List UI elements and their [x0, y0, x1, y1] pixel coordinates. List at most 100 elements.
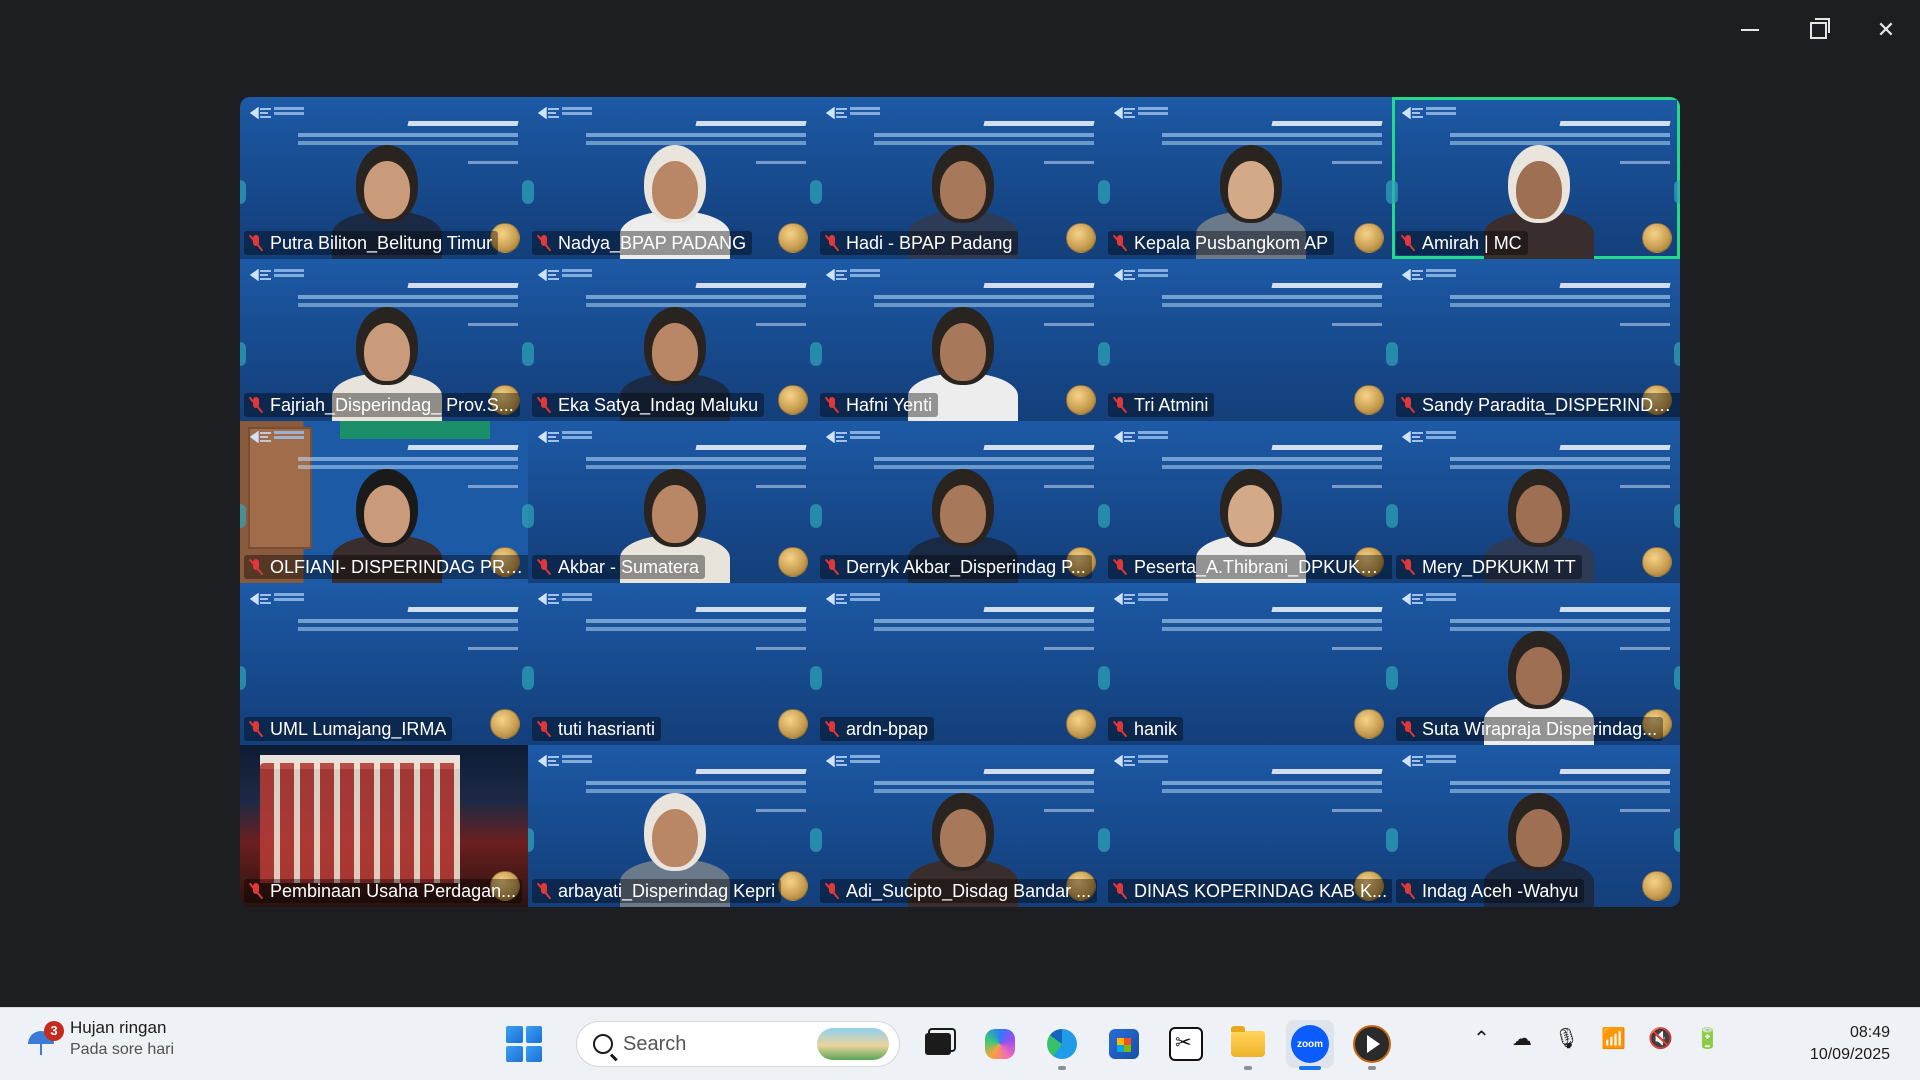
mic-muted-icon	[824, 558, 840, 576]
participant-tile[interactable]: Akbar - Sumatera	[528, 421, 816, 583]
participant-name: arbayati_Disperindag Kepri	[558, 880, 776, 901]
participant-tile[interactable]: Hadi - BPAP Padang	[816, 97, 1104, 259]
search-label: Search	[623, 1032, 687, 1055]
participant-name: tuti hasrianti	[558, 718, 656, 739]
participant-tile[interactable]: arbayati_Disperindag Kepri	[528, 745, 816, 907]
mic-muted-icon	[536, 234, 552, 252]
wifi-icon[interactable]: 📶	[1601, 1026, 1626, 1050]
participant-tile[interactable]: ardn-bpap	[816, 583, 1104, 745]
participant-name: Sandy Paradita_DISPERINDA...	[1422, 394, 1676, 415]
participant-tile[interactable]: hanik	[1104, 583, 1392, 745]
participant-tile[interactable]: Indag Aceh -Wahyu	[1392, 745, 1680, 907]
participant-tile[interactable]: Fajriah_Disperindag_ Prov.S...	[240, 259, 528, 421]
participant-name-bar: Eka Satya_Indag Maluku	[532, 393, 765, 417]
media-player-button[interactable]	[1348, 1020, 1396, 1070]
edge-icon	[1047, 1029, 1077, 1059]
participant-tile[interactable]: Eka Satya_Indag Maluku	[528, 259, 816, 421]
reaction-badge-icon	[1642, 871, 1672, 901]
volume-muted-icon[interactable]: 🔇	[1648, 1026, 1673, 1050]
mic-muted-icon	[824, 396, 840, 414]
participant-tile[interactable]: tuti hasrianti	[528, 583, 816, 745]
weather-condition: Hujan ringan	[70, 1018, 167, 1037]
file-explorer-button[interactable]	[1224, 1020, 1272, 1070]
mic-muted-icon	[1400, 720, 1416, 738]
zoom-icon: zoom	[1291, 1025, 1329, 1063]
mic-muted-icon	[248, 558, 264, 576]
participant-tile[interactable]: Kepala Pusbangkom AP	[1104, 97, 1392, 259]
participant-name-bar: Adi_Sucipto_Disdag Bandar ...	[820, 879, 1098, 903]
search-highlight-image	[817, 1028, 889, 1060]
start-button[interactable]	[500, 1020, 548, 1068]
participant-name: Pembinaan Usaha Perdagan...	[270, 880, 517, 901]
participant-tile[interactable]: Peserta_A.Thibrani_DPKUKM...	[1104, 421, 1392, 583]
mic-muted-icon	[248, 720, 264, 738]
participant-tile[interactable]: OLFIANI- DISPERINDAG PRO...	[240, 421, 528, 583]
store-icon	[1109, 1029, 1139, 1059]
participant-name: Hadi - BPAP Padang	[846, 232, 1013, 253]
reaction-badge-icon	[1642, 223, 1672, 253]
close-button[interactable]: ✕	[1852, 0, 1920, 60]
taskbar-apps: Search zoom	[500, 1018, 1396, 1070]
participant-name: Suta Wirapraja Disperindag...	[1422, 718, 1658, 739]
microsoft-store-button[interactable]	[1100, 1020, 1148, 1068]
taskbar-search[interactable]: Search	[576, 1021, 900, 1067]
participant-tile[interactable]: Amirah | MC	[1392, 97, 1680, 259]
onedrive-icon[interactable]: ☁	[1512, 1026, 1532, 1050]
zoom-button[interactable]: zoom	[1286, 1020, 1334, 1070]
participant-name-bar: Nadya_BPAP PADANG	[532, 231, 753, 255]
participant-tile[interactable]: Nadya_BPAP PADANG	[528, 97, 816, 259]
mic-muted-icon	[536, 558, 552, 576]
participant-name-bar: Putra Biliton_Belitung Timur	[244, 231, 499, 255]
participant-tile[interactable]: Sandy Paradita_DISPERINDA...	[1392, 259, 1680, 421]
reaction-badge-icon	[778, 871, 808, 901]
restore-icon	[1809, 17, 1830, 39]
chevron-up-icon[interactable]: ⌃	[1473, 1026, 1490, 1050]
mic-muted-icon	[1400, 882, 1416, 900]
task-view-icon	[925, 1033, 951, 1055]
participant-tile[interactable]: Hafni Yenti	[816, 259, 1104, 421]
participant-tile[interactable]: Mery_DPKUKM TT	[1392, 421, 1680, 583]
participant-name: ardn-bpap	[846, 718, 929, 739]
microphone-icon[interactable]: 🎙	[1554, 1026, 1579, 1050]
reaction-badge-icon	[778, 709, 808, 739]
mic-muted-icon	[824, 720, 840, 738]
weather-widget[interactable]: 3 Hujan ringan Pada sore hari	[26, 1018, 174, 1059]
system-tray: ⌃ ☁ 🎙 📶 🔇 🔋	[1473, 1026, 1720, 1050]
participant-name: UML Lumajang_IRMA	[270, 718, 447, 739]
edge-button[interactable]	[1038, 1020, 1086, 1070]
mic-muted-icon	[536, 396, 552, 414]
minimize-button[interactable]	[1716, 0, 1784, 60]
participant-name-bar: Fajriah_Disperindag_ Prov.S...	[244, 393, 520, 417]
participant-tile[interactable]: Pembinaan Usaha Perdagan...	[240, 745, 528, 907]
mic-muted-icon	[824, 234, 840, 252]
participant-tile[interactable]: Adi_Sucipto_Disdag Bandar ...	[816, 745, 1104, 907]
participant-tile[interactable]: DINAS KOPERINDAG KAB K...	[1104, 745, 1392, 907]
clock[interactable]: 08:49 10/09/2025	[1810, 1022, 1890, 1066]
copilot-button[interactable]	[976, 1020, 1024, 1068]
participant-tile[interactable]: UML Lumajang_IRMA	[240, 583, 528, 745]
clock-time: 08:49	[1849, 1024, 1890, 1041]
participant-tile[interactable]: Derryk Akbar_Disperindag P...	[816, 421, 1104, 583]
participant-name: Amirah | MC	[1422, 232, 1522, 253]
participant-name: Tri Atmini	[1134, 394, 1209, 415]
participant-tile[interactable]: Putra Biliton_Belitung Timur	[240, 97, 528, 259]
participant-tile[interactable]: Tri Atmini	[1104, 259, 1392, 421]
mic-muted-icon	[1400, 234, 1416, 252]
participant-tile[interactable]: Suta Wirapraja Disperindag...	[1392, 583, 1680, 745]
reaction-badge-icon	[1354, 709, 1384, 739]
restore-button[interactable]	[1784, 0, 1852, 60]
participant-name-bar: Derryk Akbar_Disperindag P...	[820, 555, 1092, 579]
capcut-icon	[1169, 1027, 1203, 1061]
task-view-button[interactable]	[914, 1020, 962, 1068]
participant-name: Peserta_A.Thibrani_DPKUKM...	[1134, 556, 1388, 577]
battery-icon[interactable]: 🔋	[1695, 1026, 1720, 1050]
participant-name-bar: tuti hasrianti	[532, 717, 662, 741]
capcut-button[interactable]	[1162, 1020, 1210, 1068]
participant-name: OLFIANI- DISPERINDAG PRO...	[270, 556, 524, 577]
mic-muted-icon	[248, 882, 264, 900]
mic-muted-icon	[536, 882, 552, 900]
mic-muted-icon	[1112, 396, 1128, 414]
reaction-badge-icon	[1642, 547, 1672, 577]
participant-name-bar: Indag Aceh -Wahyu	[1396, 879, 1585, 903]
participant-name-bar: Hadi - BPAP Padang	[820, 231, 1019, 255]
